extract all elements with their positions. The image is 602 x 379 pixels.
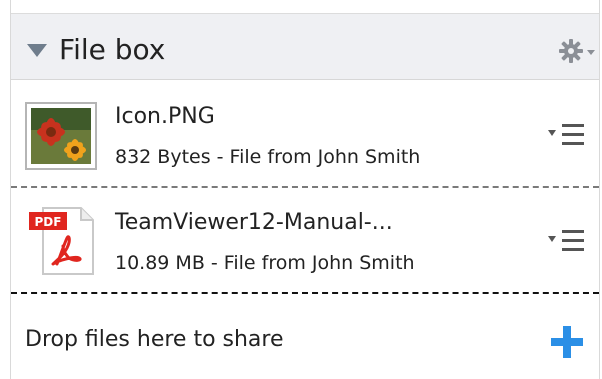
file-meta: 10.89 MB - File from John Smith xyxy=(115,252,415,274)
file-list-item[interactable]: Icon.PNG 832 Bytes - File from John Smit… xyxy=(11,84,599,188)
file-menu-icon[interactable] xyxy=(548,122,588,148)
file-box-title: File box xyxy=(59,33,166,66)
file-box-panel: File box Icon.PNG 832 Bytes - File from … xyxy=(10,0,600,379)
pdf-badge-text: PDF xyxy=(35,215,62,229)
top-divider xyxy=(11,0,599,14)
file-name: TeamViewer12-Manual-... xyxy=(115,210,393,235)
drop-zone[interactable]: Drop files here to share xyxy=(11,296,599,379)
image-thumbnail-icon xyxy=(25,102,97,170)
file-box-header[interactable]: File box xyxy=(11,14,599,80)
plus-icon[interactable] xyxy=(549,324,585,360)
pdf-file-icon: PDF xyxy=(29,207,94,275)
collapse-triangle-icon[interactable] xyxy=(27,44,47,57)
file-menu-icon[interactable] xyxy=(548,228,588,254)
drop-zone-label: Drop files here to share xyxy=(25,327,284,352)
file-meta: 832 Bytes - File from John Smith xyxy=(115,146,421,168)
gear-icon[interactable] xyxy=(557,36,597,66)
file-name: Icon.PNG xyxy=(115,104,215,129)
file-list-item[interactable]: PDF TeamViewer12-Manual-... 10.89 MB - F… xyxy=(11,190,599,294)
